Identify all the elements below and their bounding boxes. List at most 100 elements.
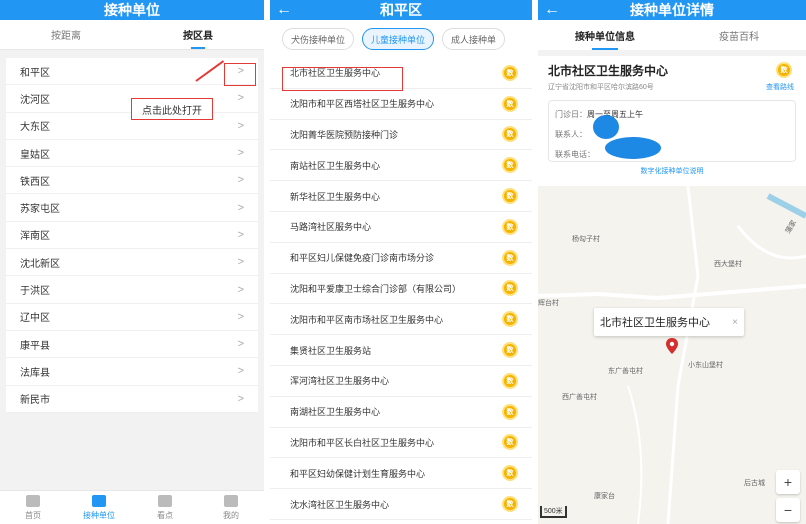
annotation-callout: 点击此处打开 (131, 98, 213, 120)
unit-list: 北市社区卫生服务中心数 沈阳市和平区西塔社区卫生服务中心数 沈阳菁华医院预防接种… (270, 58, 532, 520)
map-label: 西广善屯村 (562, 394, 597, 401)
category-chips: 犬伤接种单位 儿童接种单位 成人接种单 (270, 20, 532, 58)
district-item[interactable]: 新民市 > (6, 386, 258, 413)
view-route-link[interactable]: 查看路线 (766, 82, 794, 92)
nav-vaccination-units[interactable]: 接种单位 (66, 491, 132, 524)
bottom-nav: 首页 接种单位 看点 我的 (0, 490, 264, 524)
digital-badge-icon: 数 (502, 126, 518, 143)
district-item[interactable]: 辽中区 > (6, 304, 258, 331)
highlight-box (224, 63, 256, 86)
unit-item[interactable]: 沈阳菁华医院预防接种门诊数 (270, 120, 532, 151)
chip-dog-bite-units[interactable]: 犬伤接种单位 (282, 28, 355, 50)
clinic-icon (92, 494, 106, 507)
map-label: 小东山堡村 (688, 362, 723, 369)
header: ← 和平区 (270, 0, 532, 20)
unit-item[interactable]: 和平区妇幼保健计划生育服务中心数 (270, 458, 532, 490)
unit-item[interactable]: 沈水湾社区卫生服务中心数 (270, 489, 532, 520)
highlight-box (282, 67, 403, 91)
back-arrow-icon[interactable]: ← (544, 0, 560, 20)
page-title: 和平区 (380, 2, 422, 18)
chevron-right-icon: > (237, 310, 244, 323)
digital-unit-note-link[interactable]: 数字化接种单位说明 (548, 166, 796, 176)
user-icon (224, 494, 238, 507)
digital-badge-icon: 数 (502, 496, 518, 513)
digital-badge-icon: 数 (502, 218, 518, 235)
chip-child-units[interactable]: 儿童接种单位 (362, 28, 435, 50)
unit-info-card: 北市社区卫生服务中心 数 辽宁省沈阳市和平区哈尔滨路60号 查看路线 门诊日：周… (538, 56, 806, 186)
page-title: 接种单位详情 (630, 2, 714, 18)
zoom-in-button[interactable]: + (776, 470, 800, 494)
unit-address: 辽宁省沈阳市和平区哈尔滨路60号 (548, 84, 654, 91)
unit-item[interactable]: 新华社区卫生服务中心数 (270, 181, 532, 212)
district-item[interactable]: 法库县 > (6, 358, 258, 386)
chevron-right-icon: > (237, 201, 244, 214)
digital-badge-icon: 数 (502, 188, 518, 205)
unit-item[interactable]: 沈阳和平爱康卫士综合门诊部（有限公司）数 (270, 274, 532, 305)
map-label: 康家台 (594, 493, 615, 500)
unit-name: 北市社区卫生服务中心 (548, 64, 669, 78)
map-label: 辉台村 (538, 300, 559, 307)
district-item[interactable]: 铁西区 > (6, 167, 258, 195)
home-icon (26, 494, 40, 507)
tab-unit-info[interactable]: 接种单位信息 (538, 20, 672, 50)
chevron-right-icon: > (237, 119, 244, 132)
district-item[interactable]: 皇姑区 > (6, 140, 258, 168)
map-view[interactable]: 杨勾子村 西大堡村 辉台村 东广善屯村 小东山堡村 西广善屯村 康家台 后古城 … (538, 186, 806, 524)
sort-tabs: 按距离 按区县 (0, 20, 264, 50)
digital-badge-icon: 数 (502, 157, 518, 174)
chevron-right-icon: > (237, 283, 244, 296)
contact-info: 门诊日：周一至周五上午 联系人： 联系电话： (548, 100, 796, 162)
chevron-right-icon: > (237, 228, 244, 241)
district-item[interactable]: 于洪区 > (6, 276, 258, 304)
unit-item[interactable]: 沈阳市和平区长白社区卫生服务中心数 (270, 428, 532, 459)
unit-detail-screen: ← 接种单位详情 接种单位信息 疫苗百科 北市社区卫生服务中心 数 辽宁省沈阳市… (538, 0, 806, 524)
back-arrow-icon[interactable]: ← (276, 0, 292, 20)
map-label: 西大堡村 (714, 261, 742, 268)
digital-badge-icon: 数 (502, 372, 518, 389)
digital-badge-icon: 数 (776, 62, 792, 78)
map-label: 东广善屯村 (608, 368, 643, 375)
unit-item[interactable]: 浑河湾社区卫生服务中心数 (270, 366, 532, 397)
nav-highlights[interactable]: 看点 (132, 491, 198, 524)
chevron-right-icon: > (237, 174, 244, 187)
digital-badge-icon: 数 (502, 95, 518, 112)
digital-badge-icon: 数 (502, 434, 518, 451)
unit-item[interactable]: 集贤社区卫生服务站数 (270, 335, 532, 366)
unit-item[interactable]: 和平区妇儿保健免疫门诊南市场分诊数 (270, 243, 532, 274)
tab-by-district[interactable]: 按区县 (132, 20, 264, 49)
district-item[interactable]: 苏家屯区 > (6, 194, 258, 222)
district-item[interactable]: 沈北新区 > (6, 249, 258, 277)
unit-item[interactable]: 南湖社区卫生服务中心数 (270, 397, 532, 428)
unit-item[interactable]: 沈阳市和平区南市场社区卫生服务中心数 (270, 304, 532, 336)
header: 接种单位 (0, 0, 264, 20)
unit-item[interactable]: 马路湾社区服务中心数 (270, 212, 532, 243)
map-popup[interactable]: 北市社区卫生服务中心 × (594, 308, 744, 336)
chevron-right-icon: > (237, 92, 244, 105)
redaction-scribble (605, 137, 661, 159)
news-icon (158, 494, 172, 507)
digital-badge-icon: 数 (502, 342, 518, 359)
nav-mine[interactable]: 我的 (198, 491, 264, 524)
redaction-scribble (593, 115, 619, 139)
digital-badge-icon: 数 (502, 403, 518, 420)
page-title: 接种单位 (104, 2, 160, 18)
digital-badge-icon: 数 (502, 280, 518, 297)
tab-vaccine-wiki[interactable]: 疫苗百科 (672, 20, 806, 50)
digital-badge-icon: 数 (502, 465, 518, 482)
location-pin-icon (666, 338, 678, 354)
district-item[interactable]: 康平县 > (6, 331, 258, 359)
unit-item[interactable]: 沈阳市和平区西塔社区卫生服务中心数 (270, 89, 532, 120)
map-label: 杨勾子村 (572, 236, 600, 243)
header: ← 接种单位详情 (538, 0, 806, 20)
zoom-out-button[interactable]: − (776, 498, 800, 522)
nav-home[interactable]: 首页 (0, 491, 66, 524)
close-icon[interactable]: × (732, 317, 738, 328)
chevron-right-icon: > (237, 256, 244, 269)
detail-tabs: 接种单位信息 疫苗百科 (538, 20, 806, 50)
district-item[interactable]: 浑南区 > (6, 222, 258, 250)
chip-adult-units[interactable]: 成人接种单 (442, 28, 506, 50)
digital-badge-icon: 数 (502, 249, 518, 266)
tab-by-distance[interactable]: 按距离 (0, 20, 132, 49)
unit-item[interactable]: 南站社区卫生服务中心数 (270, 150, 532, 182)
digital-badge-icon: 数 (502, 311, 518, 328)
